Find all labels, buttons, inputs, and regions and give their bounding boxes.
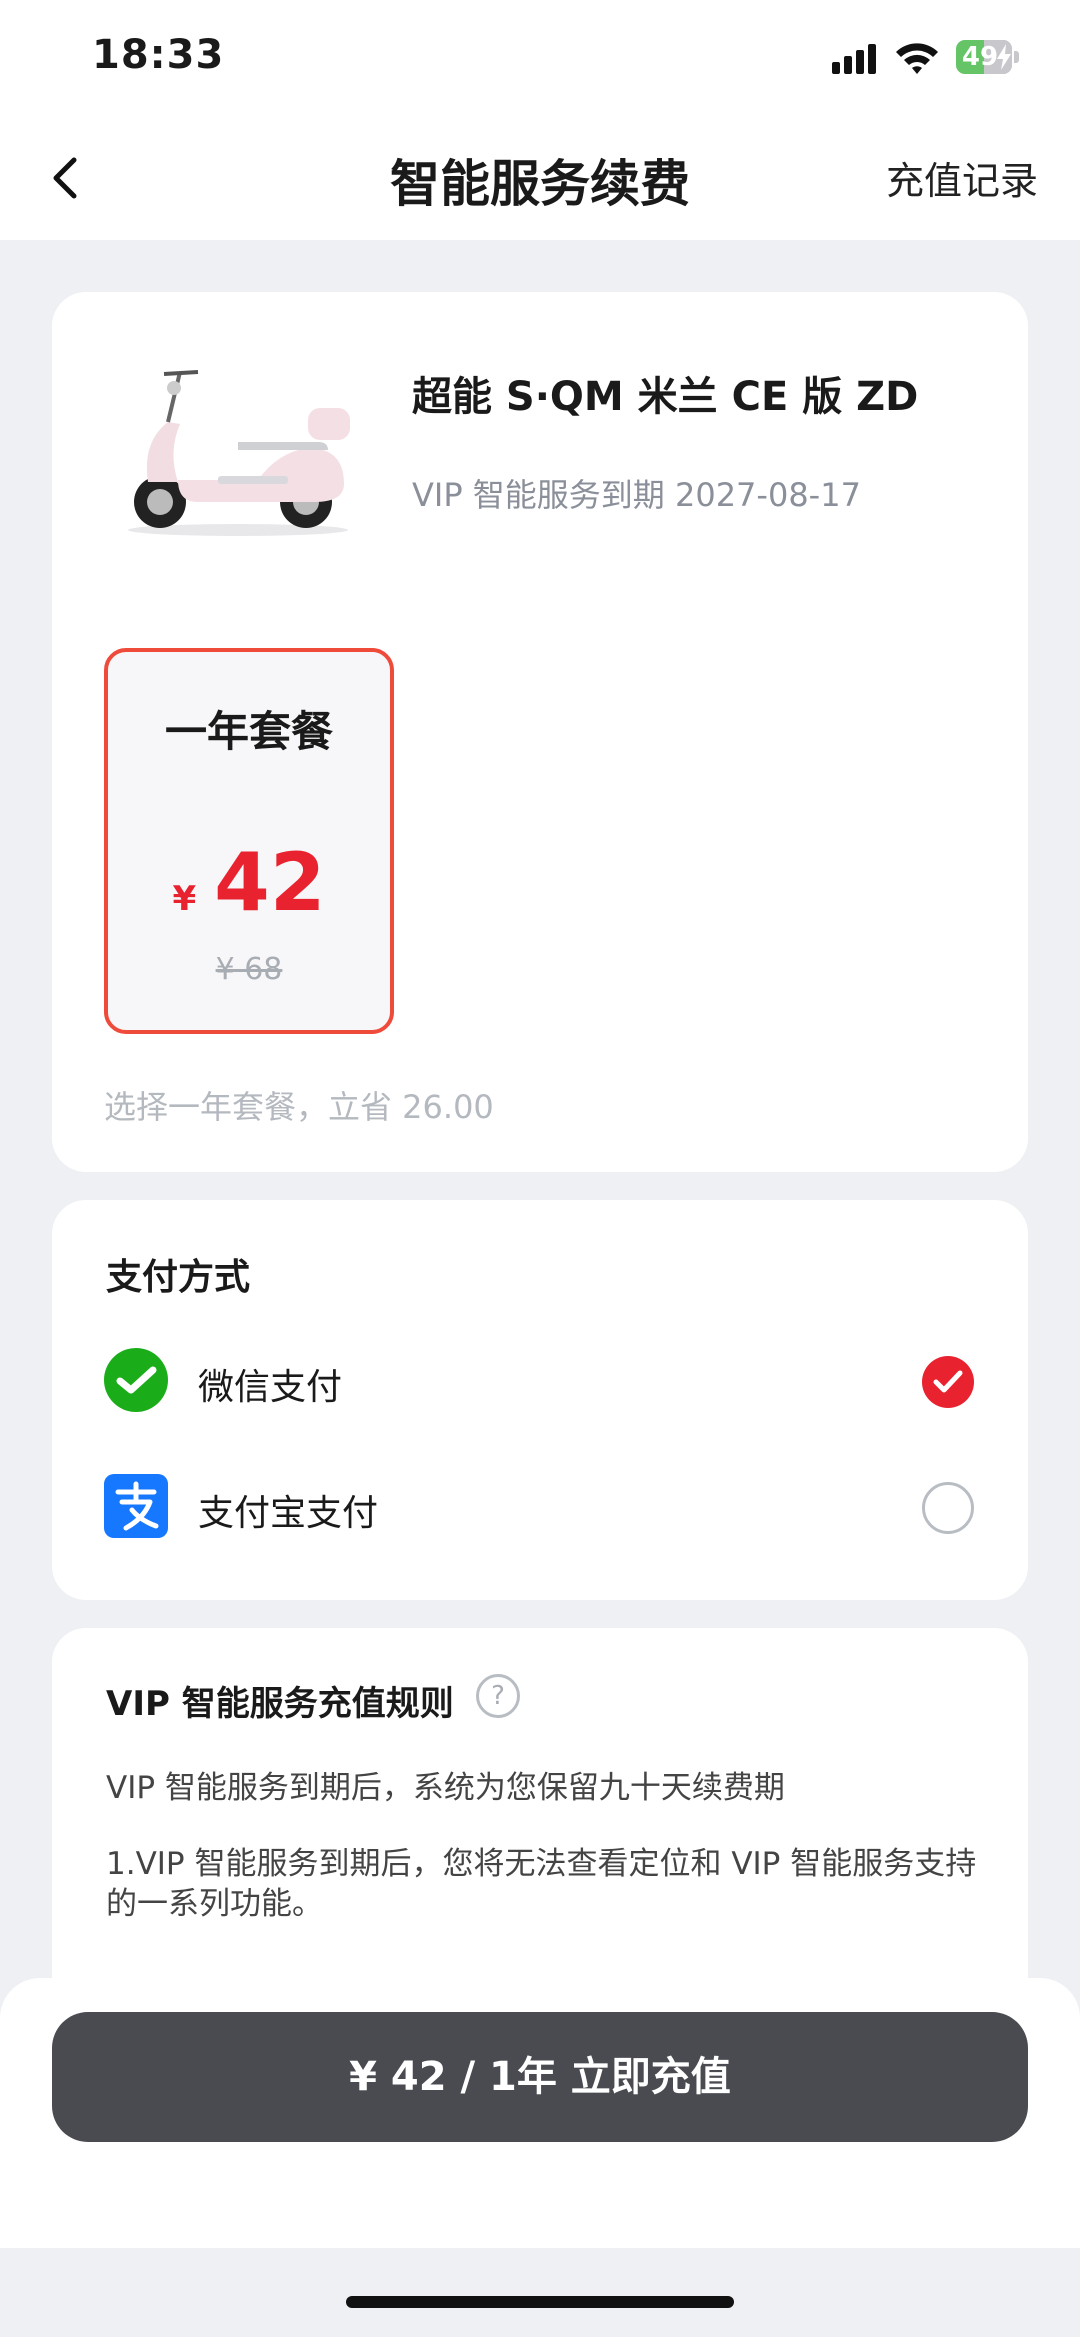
plan-original-price: ¥ 68 — [215, 952, 283, 987]
payment-method-title: 支付方式 — [106, 1257, 251, 1298]
save-tip: 选择一年套餐，立省 26.00 — [104, 1088, 494, 1126]
payment-option-alipay[interactable]: 支付宝支付 — [52, 1456, 1028, 1556]
payment-option-label: 支付宝支付 — [198, 1493, 379, 1534]
recharge-history-link[interactable]: 充值记录 — [886, 150, 1038, 205]
charging-bolt-icon — [997, 44, 1011, 70]
back-button[interactable] — [36, 146, 100, 210]
checkmark-icon — [933, 1370, 963, 1393]
status-bar: 18:33 49 — [0, 0, 1080, 120]
service-expire-date: VIP 智能服务到期 2027-08-17 — [412, 476, 861, 514]
product-card: 超能 S·QM 米兰 CE 版 ZD VIP 智能服务到期 2027-08-17… — [52, 292, 1028, 1172]
home-indicator-area — [0, 2248, 1080, 2337]
plan-currency: ¥ — [172, 879, 197, 919]
product-name: 超能 S·QM 米兰 CE 版 ZD — [412, 374, 919, 420]
status-time: 18:33 — [92, 32, 225, 78]
screen: 18:33 49 智能服务续费 充值记录 超能 S·QM 米兰 CE 版 ZD … — [0, 0, 1080, 2337]
radio-unchecked[interactable] — [922, 1482, 974, 1534]
alipay-icon — [104, 1474, 168, 1538]
nav-bar: 智能服务续费 充值记录 — [0, 120, 1080, 240]
radio-checked[interactable] — [922, 1356, 974, 1408]
battery-indicator: 49 — [956, 40, 1020, 74]
cellular-signal-icon — [832, 44, 876, 74]
plan-option-one-year[interactable]: 一年套餐 ¥42 ¥ 68 — [104, 648, 394, 1034]
payment-option-label: 微信支付 — [198, 1367, 343, 1408]
plan-amount: 42 — [214, 836, 326, 929]
bottom-action-bar: ¥ 42 / 1年 立即充值 — [0, 1978, 1080, 2248]
rules-title: VIP 智能服务充值规则 — [106, 1684, 454, 1724]
payment-method-card: 支付方式 微信支付 支付宝支付 — [52, 1200, 1028, 1600]
plan-price: ¥42 — [108, 836, 390, 929]
scooter-image — [128, 370, 350, 536]
home-indicator[interactable] — [346, 2296, 734, 2308]
wifi-icon — [896, 43, 938, 74]
payment-option-wechat[interactable]: 微信支付 — [52, 1330, 1028, 1430]
help-icon[interactable]: ? — [476, 1674, 520, 1718]
rules-text: 1.VIP 智能服务到期后，您将无法查看定位和 VIP 智能服务支持的一系列功能… — [106, 1846, 977, 1922]
wechat-pay-icon — [104, 1348, 168, 1412]
rules-text: VIP 智能服务到期后，系统为您保留九十天续费期 — [106, 1770, 785, 1806]
plan-title: 一年套餐 — [164, 707, 333, 756]
recharge-now-button[interactable]: ¥ 42 / 1年 立即充值 — [52, 2012, 1028, 2142]
chevron-left-icon — [53, 157, 77, 199]
